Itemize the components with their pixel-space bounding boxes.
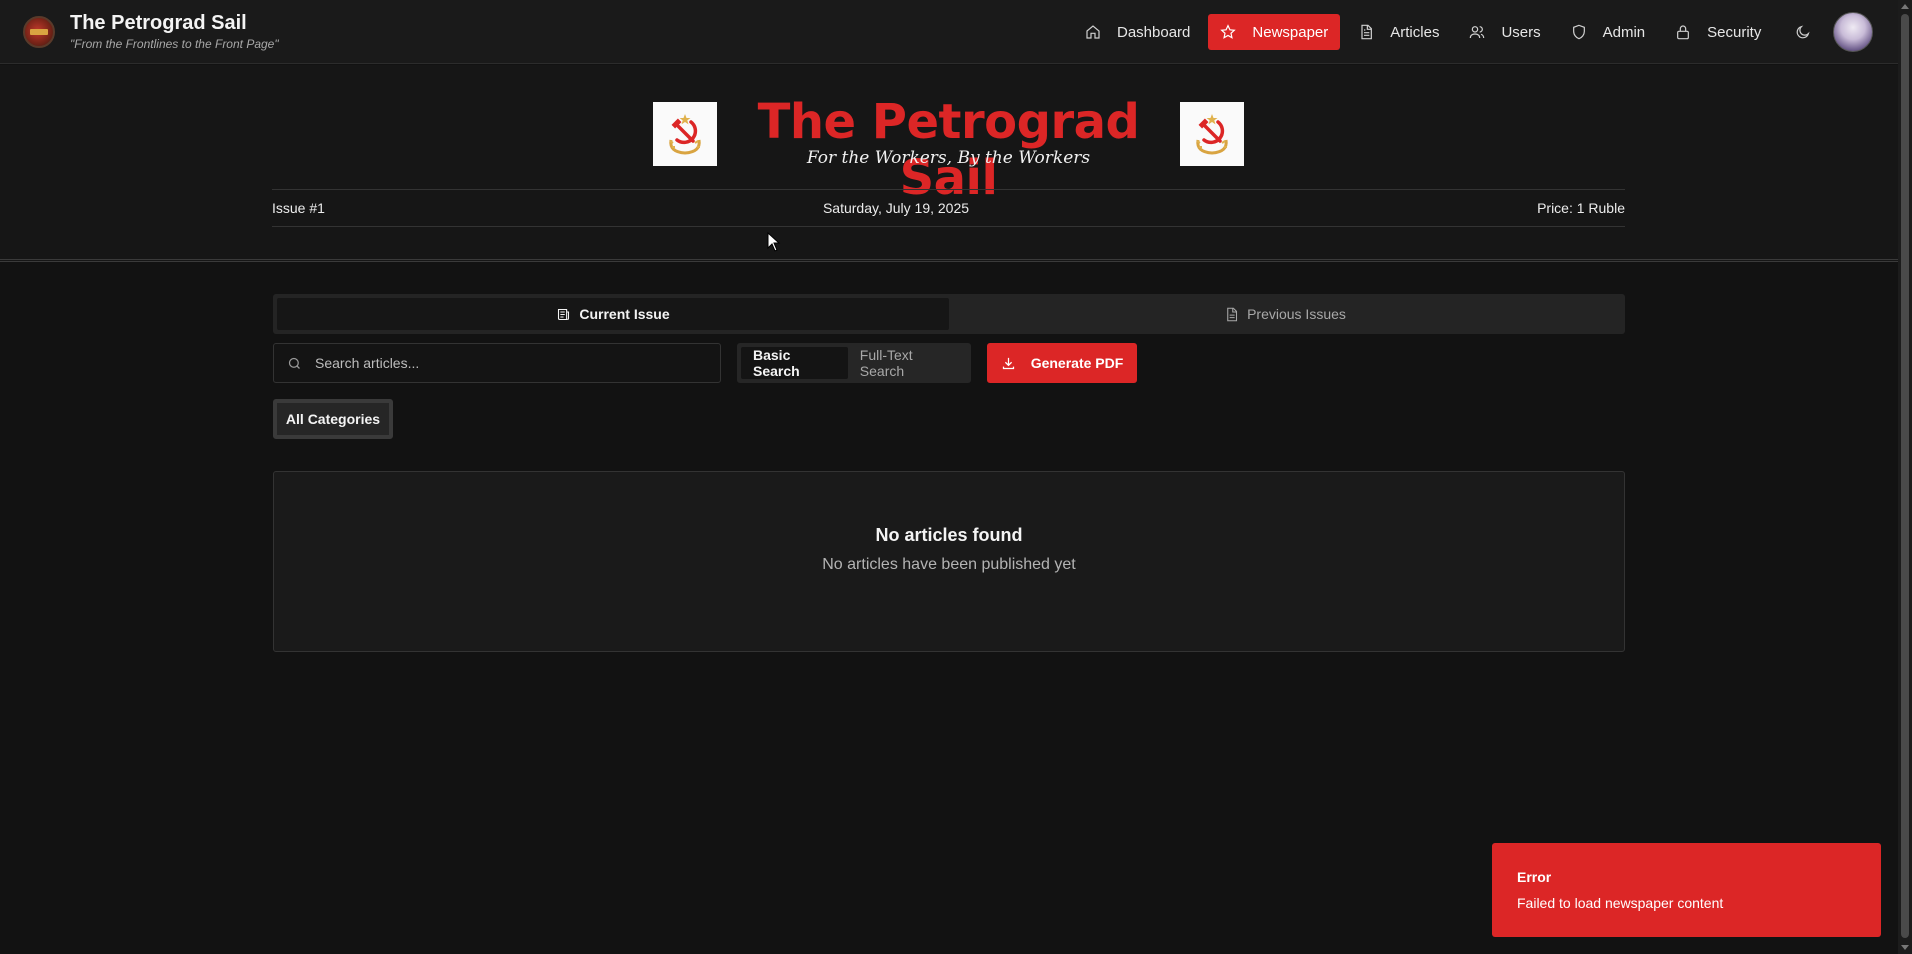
empty-state-message: No articles have been published yet [822,556,1076,573]
scrollbar-thumb[interactable] [1901,14,1909,938]
mouse-cursor-icon [767,232,781,252]
generate-pdf-label: Generate PDF [1030,355,1124,371]
generate-pdf-button[interactable]: Generate PDF [987,343,1137,383]
search-input[interactable] [315,355,720,371]
search-mode-toggle: Basic Search Full-Text Search [737,343,971,383]
brand-motto: "From the Frontlines to the Front Page" [70,37,279,51]
star-icon [1220,24,1237,39]
nav-item-label: Articles [1390,23,1440,41]
search-box [273,343,721,383]
page-scrollbar[interactable] [1898,0,1912,954]
tab-previous-issues[interactable]: Previous Issues [949,298,1621,330]
nav-item-label: Dashboard [1117,23,1191,41]
nav-item-newspaper[interactable]: Newspaper [1208,14,1341,50]
tab-label: Previous Issues [1247,306,1346,322]
newspaper-subtitle: For the Workers, By the Workers [806,148,1091,168]
nav-item-admin[interactable]: Admin [1559,14,1658,50]
shield-icon [1572,24,1585,40]
nav-item-users[interactable]: Users [1457,14,1552,50]
users-icon [1470,26,1485,39]
top-navbar: The Petrograd Sail "From the Frontlines … [0,0,1898,64]
nav-item-label: Users [1501,23,1541,41]
lock-icon [1677,25,1690,40]
issue-price: Price: 1 Ruble [1537,200,1625,216]
issue-info-bar: Issue #1 Saturday, July 19, 2025 Price: … [272,189,1625,227]
hammer-sickle-icon [1196,114,1228,155]
full-text-search-button[interactable]: Full-Text Search [848,347,967,379]
hammer-sickle-icon [669,114,701,155]
home-icon [1086,25,1100,39]
nav-item-dashboard[interactable]: Dashboard [1073,14,1202,50]
toast-message: Failed to load newspaper content [1517,895,1724,911]
brand-text: The Petrograd Sail "From the Frontlines … [70,11,279,52]
tab-current-issue[interactable]: Current Issue [277,298,949,330]
main-nav: Dashboard Newspaper Articles Users Admin… [1073,14,1821,50]
scroll-up-arrow[interactable] [1901,4,1909,9]
newspaper-icon [558,308,570,320]
issue-date: Saturday, July 19, 2025 [822,200,970,216]
nav-item-label: Security [1707,23,1762,41]
issue-tabs: Current Issue Previous Issues [273,294,1625,334]
tab-label: Current Issue [579,306,670,322]
nav-item-articles[interactable]: Articles [1346,14,1451,50]
category-filter-all[interactable]: All Categories [273,399,393,439]
theme-toggle-button[interactable] [1785,14,1821,50]
issue-number: Issue #1 [272,200,325,216]
articles-empty-state: No articles found No articles have been … [273,471,1625,652]
search-icon [288,357,300,369]
nav-item-security[interactable]: Security [1663,14,1773,50]
document-icon [1227,307,1238,321]
empty-state-title: No articles found [875,525,1023,545]
error-toast[interactable]: Error Failed to load newspaper content [1492,843,1881,937]
hammer-sickle-emblem-right [1180,102,1244,166]
nav-item-label: Newspaper [1252,23,1329,41]
toast-title: Error [1517,869,1552,885]
brand[interactable]: The Petrograd Sail "From the Frontlines … [23,11,279,52]
nav-item-label: Admin [1602,23,1646,41]
user-avatar[interactable] [1833,12,1873,52]
basic-search-button[interactable]: Basic Search [741,347,848,379]
scroll-down-arrow[interactable] [1901,945,1909,950]
download-icon [1002,357,1014,369]
document-icon [1361,24,1373,40]
hammer-sickle-emblem-left [653,102,717,166]
brand-title: The Petrograd Sail [70,12,247,34]
brand-logo [23,15,55,48]
moon-icon [1796,25,1810,39]
